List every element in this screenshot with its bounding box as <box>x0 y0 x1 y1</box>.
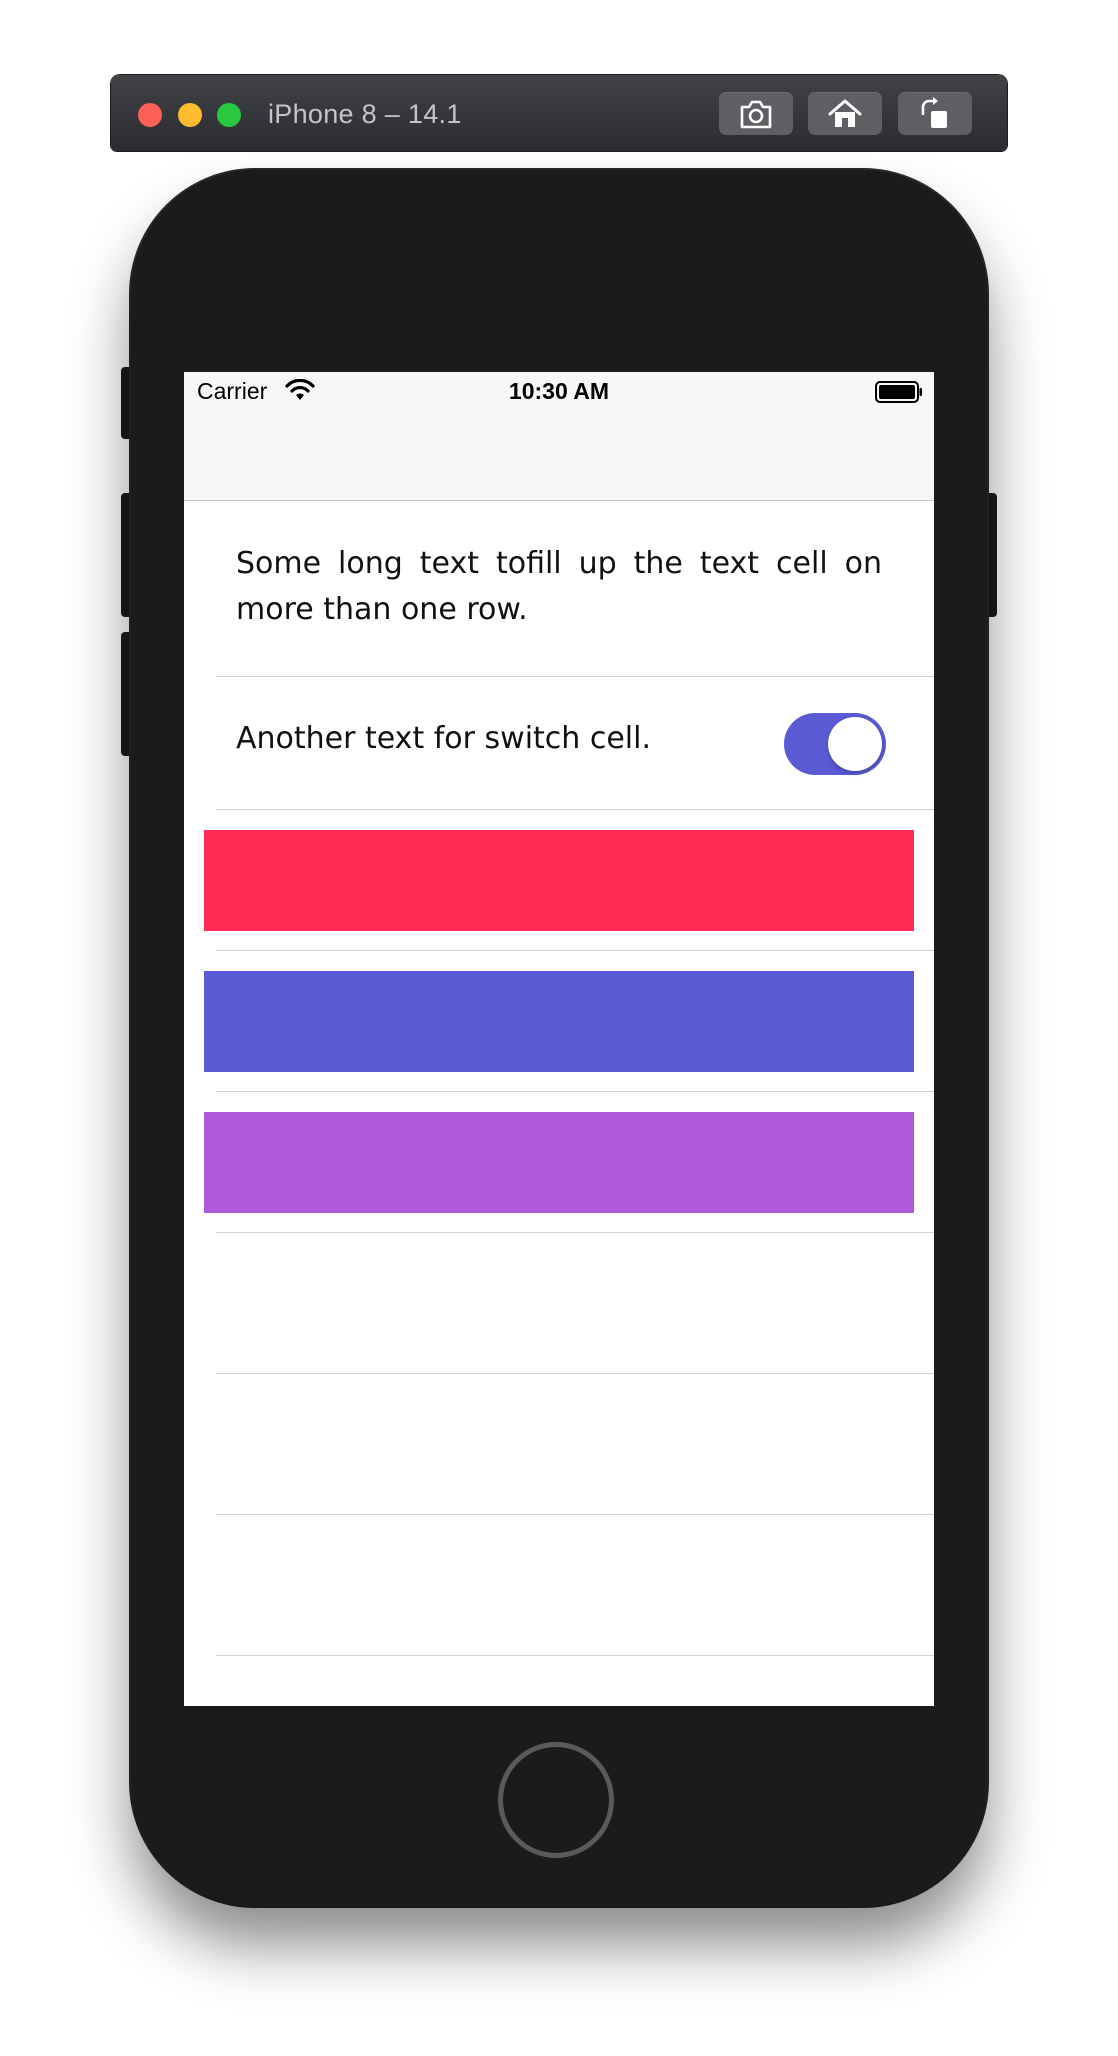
color-block <box>204 971 914 1072</box>
toggle-knob <box>828 717 882 771</box>
minimize-window-button[interactable] <box>178 103 202 127</box>
status-time: 10:30 AM <box>508 378 610 404</box>
text-cell-label: Some long text tofill up the text cell o… <box>236 546 882 627</box>
color-cell-purple[interactable] <box>184 1092 934 1233</box>
cell-separator <box>216 1655 934 1656</box>
empty-cell <box>184 1374 934 1515</box>
color-block <box>204 1112 914 1213</box>
battery-icon <box>875 381 922 403</box>
zoom-window-button[interactable] <box>217 103 241 127</box>
rotate-button[interactable] <box>898 92 972 135</box>
screenshot-icon <box>740 100 772 129</box>
color-cell-red[interactable] <box>184 810 934 951</box>
screenshot-button[interactable] <box>719 92 793 135</box>
switch-cell-label: Another text for switch cell. <box>236 721 651 756</box>
table-view[interactable]: Some long text tofill up the text cell o… <box>184 501 934 1656</box>
text-cell[interactable]: Some long text tofill up the text cell o… <box>184 501 934 677</box>
empty-cell <box>184 1233 934 1374</box>
color-cell-blue[interactable] <box>184 951 934 1092</box>
device-home-button[interactable] <box>498 1742 614 1858</box>
home-button-toolbar[interactable] <box>808 92 882 135</box>
navigation-bar: Carrier 10:30 AM <box>184 372 934 501</box>
simulator-title: iPhone 8 – 14.1 <box>268 99 462 129</box>
toggle-switch[interactable] <box>784 713 886 775</box>
home-icon <box>828 99 862 127</box>
switch-cell[interactable]: Another text for switch cell. <box>184 677 934 810</box>
close-window-button[interactable] <box>138 103 162 127</box>
color-block <box>204 830 914 931</box>
simulator-window-bar: iPhone 8 – 14.1 <box>111 75 1007 151</box>
device-screen: Carrier 10:30 AM Some long text tofill u… <box>184 372 934 1706</box>
rotate-icon <box>921 97 947 128</box>
empty-cell <box>184 1515 934 1656</box>
